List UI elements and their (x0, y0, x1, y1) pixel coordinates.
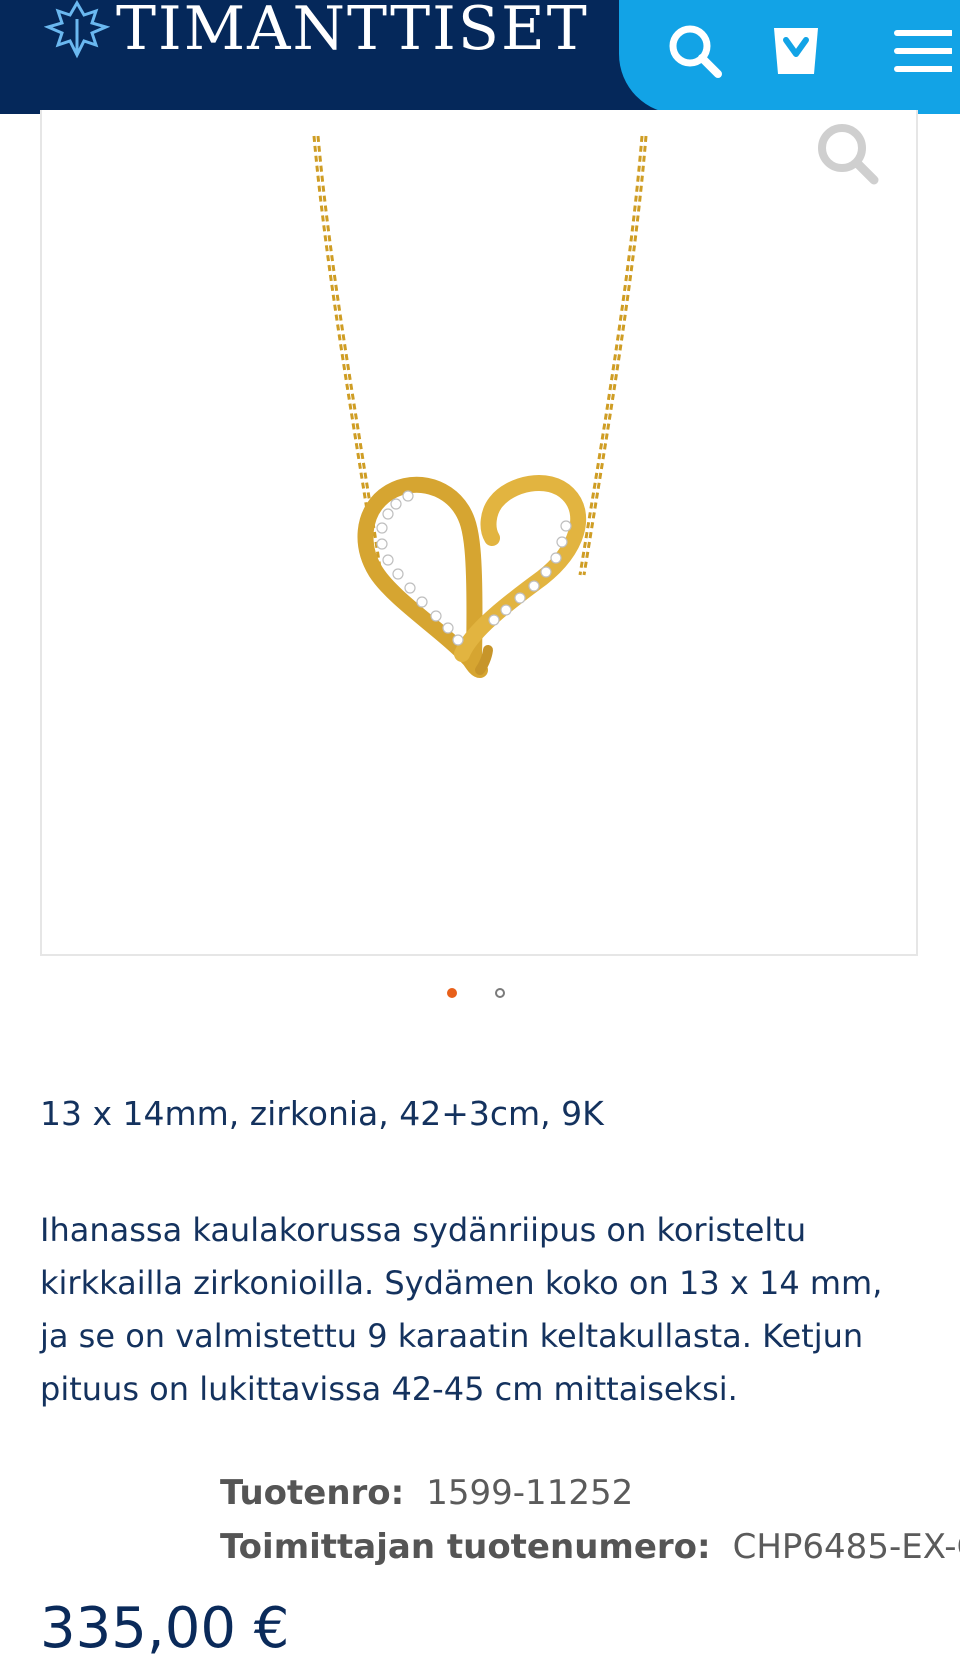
product-number-value: 1599-11252 (426, 1473, 634, 1513)
header-menu-button[interactable] (888, 18, 954, 82)
zoom-icon (818, 124, 879, 185)
gallery-dot-1[interactable] (447, 988, 457, 998)
product-number-label: Tuotenro: (220, 1473, 405, 1513)
gallery-dot-2[interactable] (495, 988, 505, 998)
brand-logo[interactable]: TIMANTTISET (44, 0, 589, 64)
brand-name: TIMANTTISET (116, 0, 589, 64)
image-zoom-button[interactable] (812, 118, 882, 188)
header-cart-button[interactable] (764, 18, 828, 82)
search-icon (669, 25, 722, 78)
site-header: TIMANTTISET (0, 0, 960, 114)
supplier-number-value: CHP6485-EX-CZ (732, 1527, 960, 1567)
hamburger-menu-icon (894, 30, 954, 72)
supplier-number-row: Toimittajan tuotenumero: CHP6485-EX-CZ (220, 1520, 960, 1574)
product-specs: 13 x 14mm, zirkonia, 42+3cm, 9K (40, 1094, 604, 1133)
shopping-bag-icon (774, 28, 818, 74)
supplier-number-label: Toimittajan tuotenumero: (220, 1527, 711, 1567)
gallery-pagination (447, 988, 517, 1002)
diamond-leaf-icon (44, 0, 110, 59)
product-price: 335,00 € (40, 1596, 290, 1661)
heart-pendant-necklace-image (312, 135, 648, 678)
product-number-row: Tuotenro: 1599-11252 (220, 1466, 960, 1520)
product-description: Ihanassa kaulakorussa sydänriipus on kor… (40, 1211, 883, 1408)
product-meta: Tuotenro: 1599-11252 Toimittajan tuotenum… (220, 1466, 960, 1574)
header-search-button[interactable] (662, 18, 726, 82)
product-image-gallery[interactable] (40, 110, 918, 956)
